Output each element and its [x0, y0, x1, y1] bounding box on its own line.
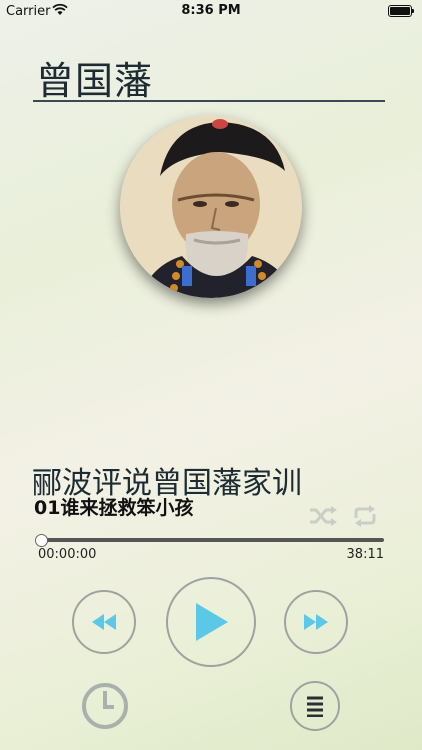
total-time: 38:11 — [346, 547, 384, 562]
title-divider — [33, 100, 385, 102]
status-bar: Carrier 8:36 PM — [0, 0, 422, 22]
repeat-icon[interactable] — [350, 504, 380, 528]
status-time: 8:36 PM — [181, 3, 241, 18]
rewind-icon — [92, 614, 116, 630]
rewind-button[interactable] — [72, 590, 136, 654]
track-subtitle: 01谁来拯救笨小孩 — [34, 497, 194, 519]
playlist-icon — [307, 696, 323, 717]
timer-button[interactable] — [80, 681, 130, 731]
progress-thumb[interactable] — [35, 534, 48, 547]
clock-timer-icon — [82, 683, 128, 729]
portrait-image — [120, 116, 302, 298]
playlist-button[interactable] — [290, 681, 340, 731]
shuffle-icon[interactable] — [308, 504, 338, 528]
play-button[interactable] — [166, 577, 256, 667]
progress-track[interactable] — [40, 538, 384, 542]
fast-forward-icon — [304, 614, 328, 630]
elapsed-time: 00:00:00 — [38, 547, 97, 562]
battery-icon — [388, 5, 414, 17]
page-title: 曾国藩 — [36, 59, 154, 103]
fast-forward-button[interactable] — [284, 590, 348, 654]
play-icon — [196, 603, 228, 641]
